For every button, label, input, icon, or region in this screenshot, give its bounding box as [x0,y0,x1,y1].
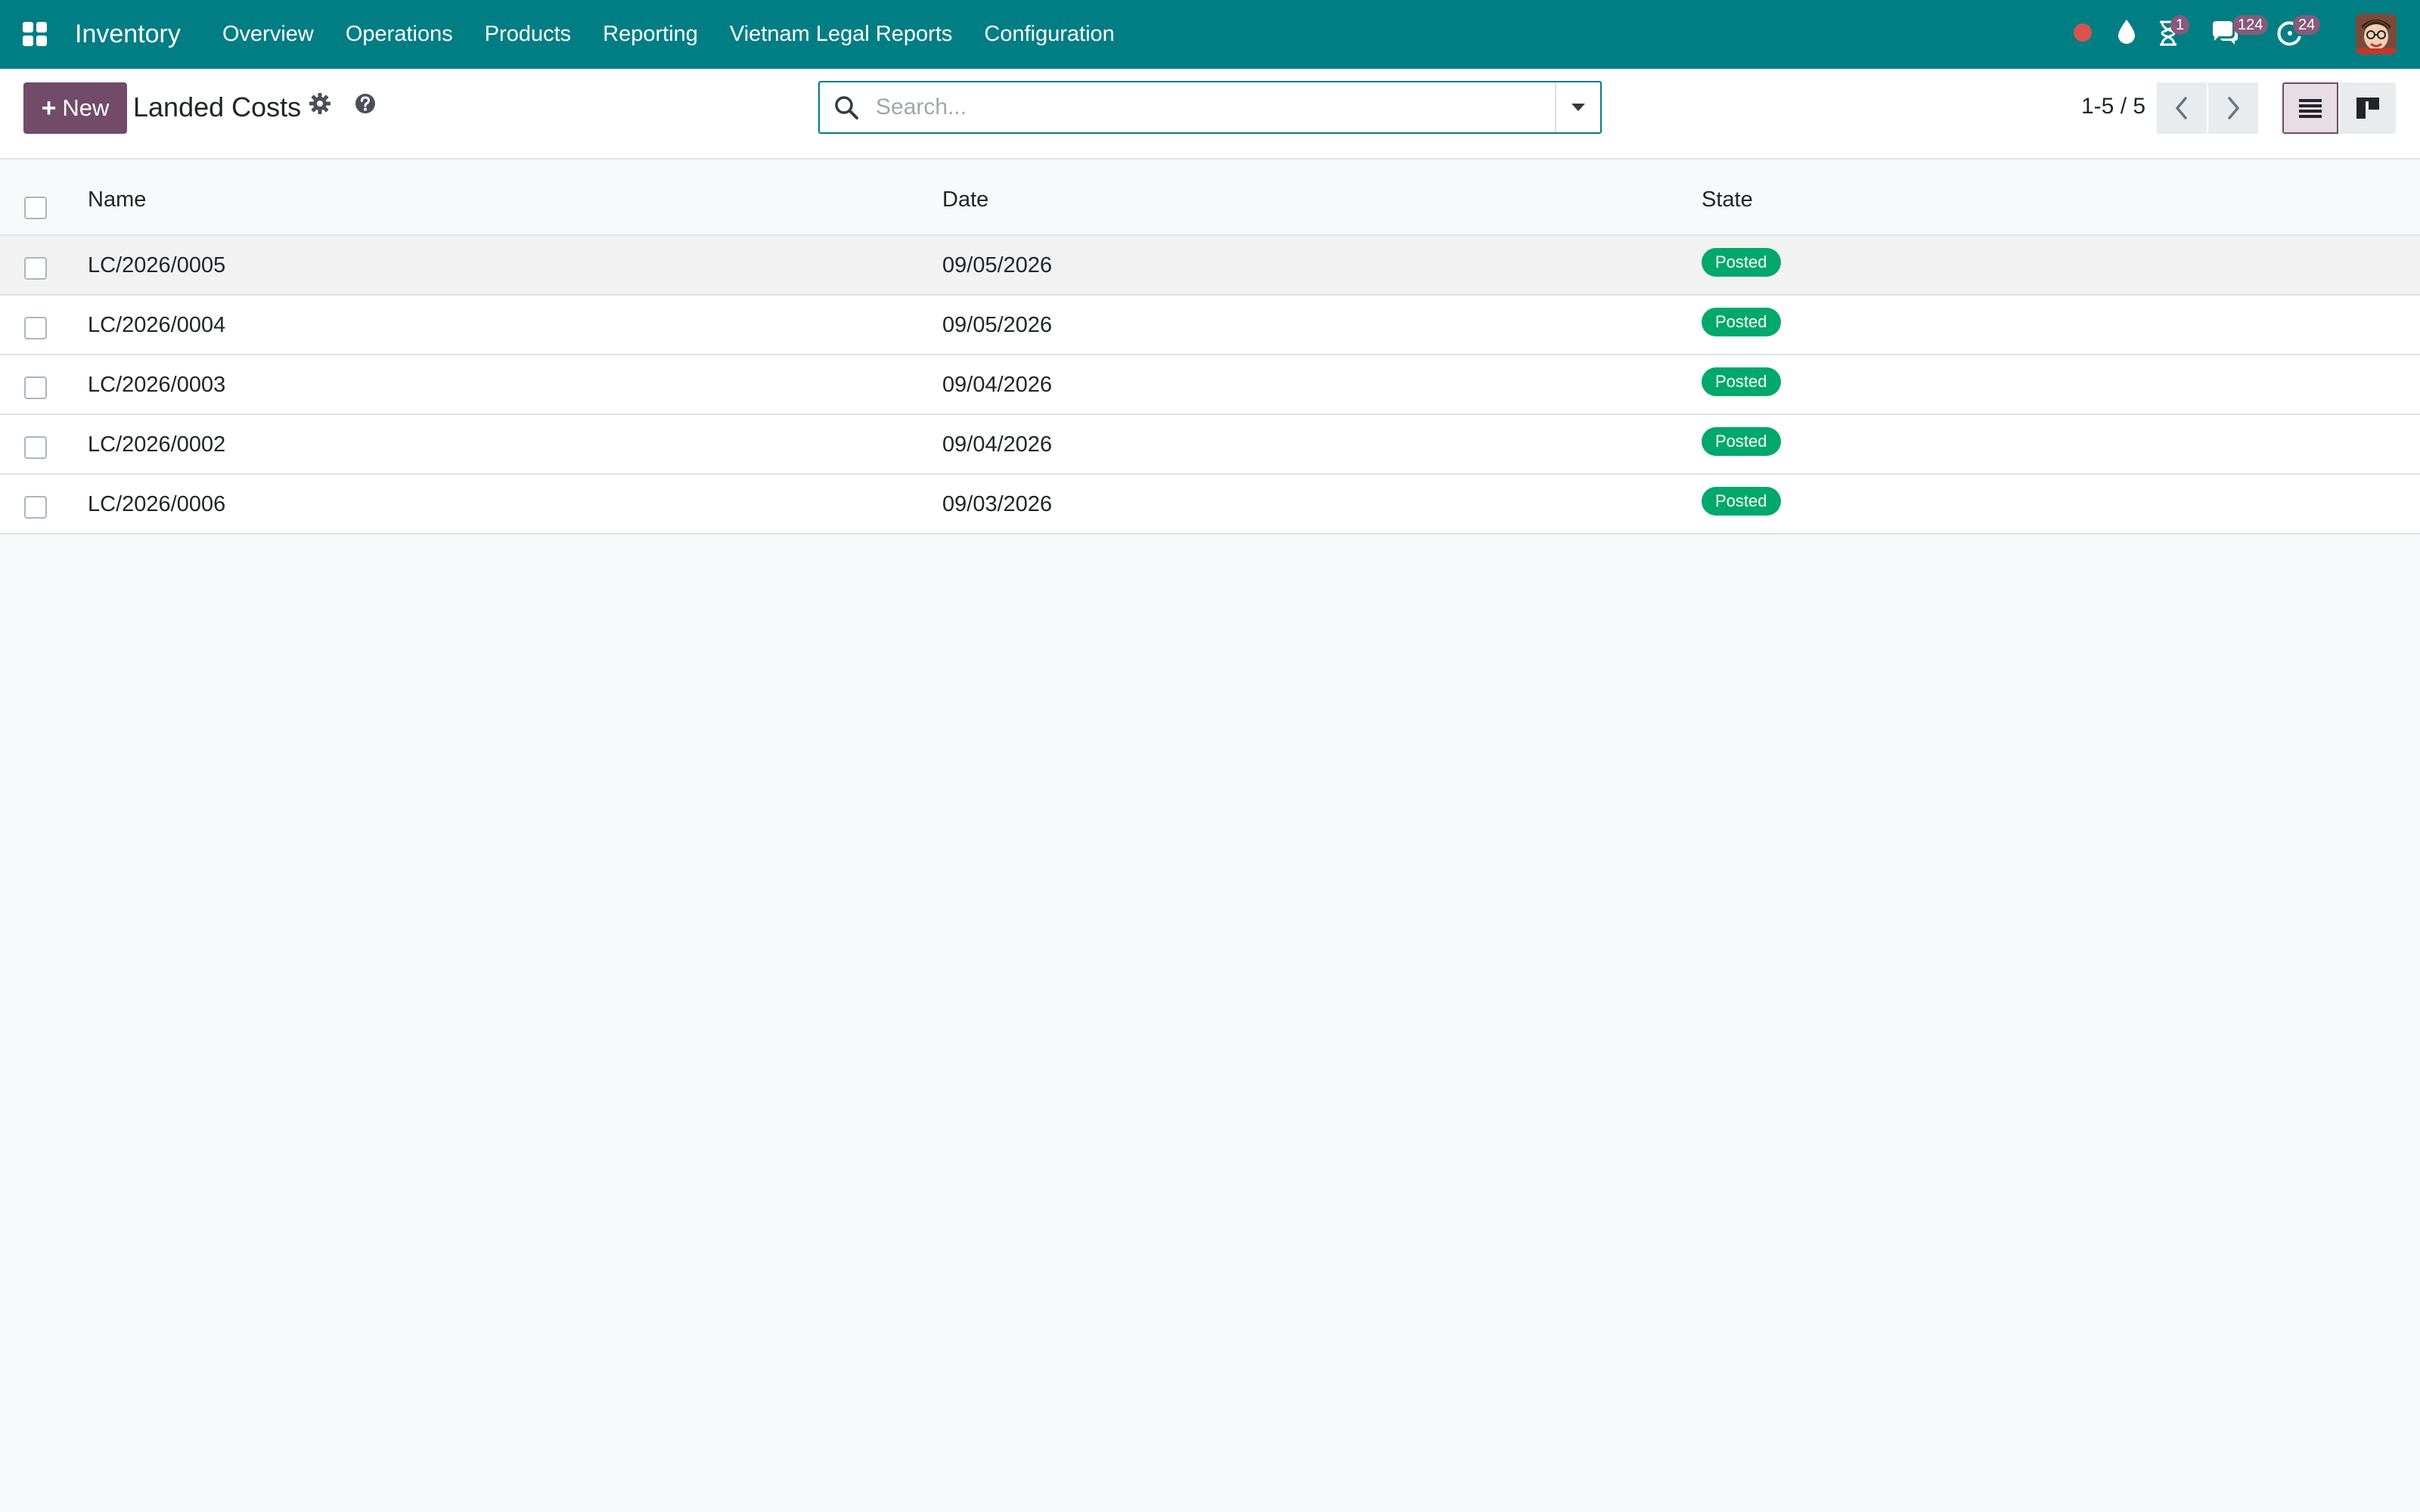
updates-icon[interactable]: 24 [2276,15,2321,51]
menu-item-overview[interactable]: Overview [222,17,314,51]
chevron-left-icon [2176,97,2187,119]
row-checkbox[interactable] [24,257,47,280]
new-button-label: New [62,94,110,121]
row-checkbox[interactable] [24,317,47,339]
search-bar [818,81,1602,134]
messages-icon[interactable]: 124 [2210,15,2269,51]
row-state: Posted [1702,296,1781,355]
help-icon[interactable] [353,91,380,119]
chevron-right-icon [2228,97,2239,119]
pager-next-button[interactable] [2208,82,2258,134]
search-input[interactable] [876,88,1526,126]
user-avatar[interactable] [2356,14,2397,54]
list-icon [2299,99,2322,118]
row-name: LC/2026/0003 [88,373,226,397]
menu-item-configuration[interactable]: Configuration [984,17,1115,51]
row-name: LC/2026/0006 [88,492,226,516]
row-date: 09/04/2026 [942,432,1053,457]
table-row[interactable]: LC/2026/0006 09/03/2026 Posted [0,475,2420,534]
new-button[interactable]: + New [23,82,127,134]
table-row[interactable]: LC/2026/0004 09/05/2026 Posted [0,296,2420,355]
row-state: Posted [1702,415,1781,475]
list-view-button[interactable] [2282,82,2338,134]
landed-costs-table: Name Date State LC/2026/0005 09/05/2026 … [0,174,2420,534]
main-menu: Overview Operations Products Reporting V… [222,17,1146,51]
kanban-icon [2356,98,2379,119]
row-name: LC/2026/0004 [88,313,226,337]
plus-icon: + [41,93,57,122]
table-row[interactable]: LC/2026/0002 09/04/2026 Posted [0,415,2420,475]
row-state: Posted [1702,236,1781,296]
updates-count-badge: 24 [2293,15,2321,35]
row-date: 09/05/2026 [942,253,1053,277]
status-badge: Posted [1702,427,1781,457]
row-name: LC/2026/0005 [88,253,226,277]
column-header-name[interactable]: Name [88,174,146,225]
drop-icon[interactable] [2116,18,2137,49]
status-badge: Posted [1702,367,1781,397]
control-panel: + New Landed Costs Search... 1-5 / 5 [0,69,2420,160]
gear-icon[interactable] [308,91,335,119]
row-checkbox[interactable] [24,376,47,399]
table-row[interactable]: LC/2026/0003 09/04/2026 Posted [0,355,2420,415]
status-badge: Posted [1702,248,1781,277]
column-header-date[interactable]: Date [942,174,988,225]
app-brand[interactable]: Inventory [75,17,181,51]
select-all-checkbox[interactable] [24,197,47,219]
caret-down-icon [1571,104,1585,111]
row-name: LC/2026/0002 [88,432,226,457]
menu-item-reporting[interactable]: Reporting [603,17,698,51]
menu-item-operations[interactable]: Operations [346,17,453,51]
row-checkbox[interactable] [24,496,47,519]
kanban-view-button[interactable] [2340,82,2396,134]
status-badge: Posted [1702,308,1781,337]
menu-item-products[interactable]: Products [485,17,571,51]
menu-item-vietnam-legal-reports[interactable]: Vietnam Legal Reports [730,17,952,51]
page-title: Landed Costs [133,91,302,122]
status-badge: Posted [1702,487,1781,516]
apps-menu-icon[interactable] [20,19,50,49]
top-navbar: Inventory Overview Operations Products R… [0,0,2420,69]
row-checkbox[interactable] [24,436,47,459]
search-icon [833,94,861,122]
table-header: Name Date State [0,174,2420,236]
systray: 1 124 24 [1966,0,2420,69]
row-state: Posted [1702,355,1781,415]
activities-icon[interactable]: 1 [2157,15,2190,51]
messages-count-badge: 124 [2232,15,2269,35]
pager-previous-button[interactable] [2157,82,2207,134]
row-date: 09/04/2026 [942,373,1053,397]
pager-value[interactable]: 1-5 / 5 [2081,91,2145,122]
row-date: 09/03/2026 [942,492,1053,516]
activities-count-badge: 1 [2170,15,2190,35]
table-row[interactable]: LC/2026/0005 09/05/2026 Posted [0,236,2420,296]
row-date: 09/05/2026 [942,313,1053,337]
page: Inventory Overview Operations Products R… [0,0,2420,1512]
search-options-toggle[interactable] [1555,82,1600,132]
column-header-state[interactable]: State [1702,174,1753,225]
row-state: Posted [1702,475,1781,534]
record-indicator-icon[interactable] [2073,23,2093,46]
